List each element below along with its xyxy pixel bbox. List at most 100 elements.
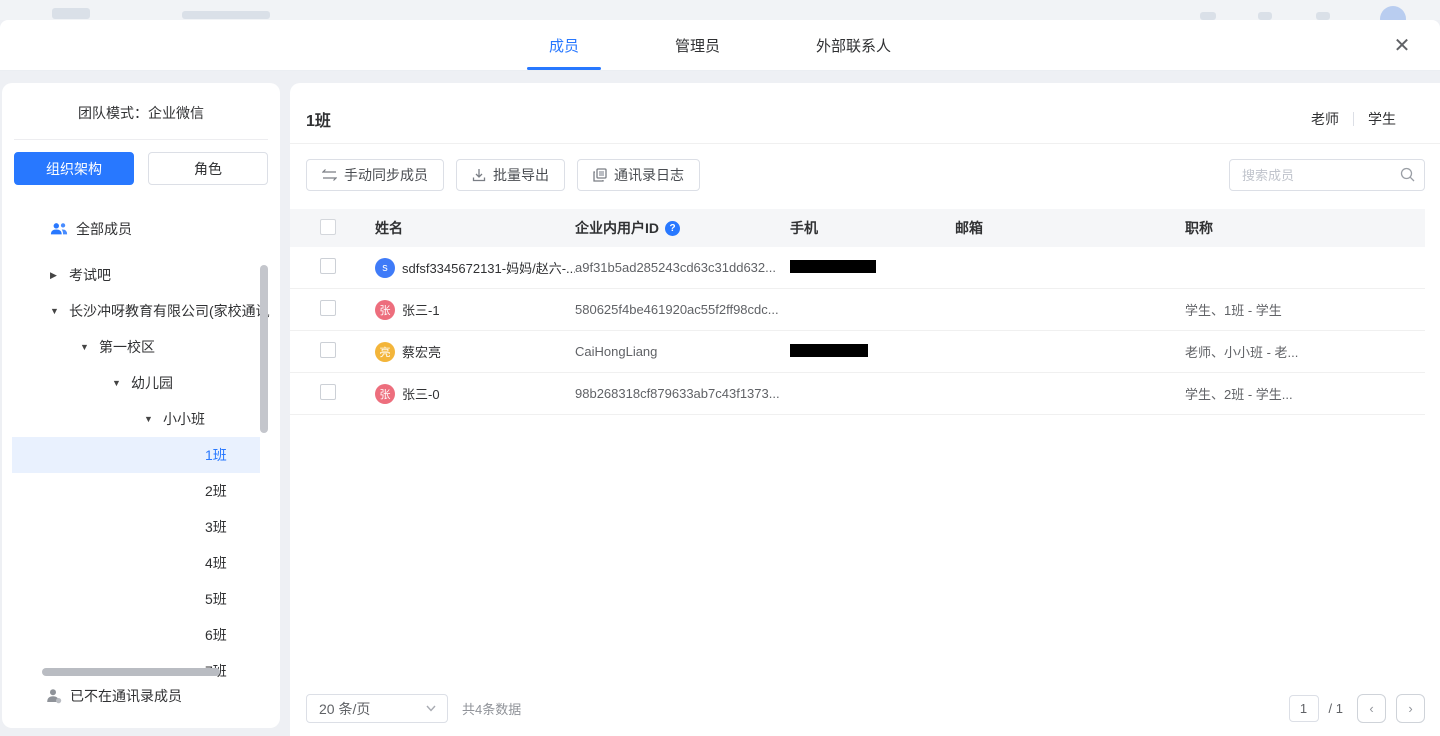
- col-header-user-id: 企业内用户ID: [575, 218, 659, 238]
- member-name: 张三-0: [402, 384, 440, 403]
- member-user-id: 580625f4be461920ac55f2ff98cdc...: [575, 302, 790, 317]
- tree-item-label: 小小班: [163, 409, 205, 429]
- avatar: 张: [375, 384, 395, 404]
- background-page: [0, 0, 1440, 20]
- tree-item-label: 考试吧: [69, 265, 111, 285]
- tree-item-kindergarten[interactable]: ▼ 幼儿园: [2, 365, 280, 401]
- tree-item-label: 长沙冲呀教育有限公司(家校通讯: [69, 301, 270, 321]
- tab-bar: 成员 管理员 外部联系人: [501, 20, 939, 70]
- table-row[interactable]: 亮 蔡宏亮 CaiHongLiang 老师、小小班 - 老...: [290, 331, 1425, 373]
- members-table: 姓名 企业内用户ID ? 手机 邮箱 职称 s sdfsf3345: [290, 209, 1425, 415]
- row-checkbox[interactable]: [320, 258, 336, 274]
- role-filters: 老师 学生: [1311, 109, 1396, 129]
- sync-arrows-icon: [322, 169, 337, 181]
- prev-page-button[interactable]: ‹: [1357, 694, 1386, 723]
- member-user-id: a9f31b5ad285243cd63c31dd632...: [575, 260, 790, 275]
- tree-item-all-members[interactable]: 全部成员: [2, 211, 280, 247]
- team-mode-label: 团队模式：企业微信: [2, 83, 280, 139]
- batch-export-button[interactable]: 批量导出: [456, 159, 565, 191]
- member-title: 学生、1班 - 学生: [1185, 300, 1425, 319]
- chevron-down-icon: [425, 702, 437, 714]
- tree-item-small-class[interactable]: ▼ 小小班: [2, 401, 280, 437]
- next-page-button[interactable]: ›: [1396, 694, 1425, 723]
- tab-members[interactable]: 成员: [527, 20, 601, 70]
- tab-external-contacts[interactable]: 外部联系人: [794, 20, 913, 70]
- spacer: [290, 415, 1440, 694]
- modal-body: 团队模式：企业微信 组织架构 角色 全部成员: [0, 71, 1440, 736]
- download-icon: [472, 168, 486, 182]
- vertical-scrollbar[interactable]: [260, 265, 268, 433]
- row-checkbox[interactable]: [320, 342, 336, 358]
- caret-down-icon[interactable]: ▼: [50, 306, 69, 316]
- tab-admins[interactable]: 管理员: [653, 20, 742, 70]
- search-icon[interactable]: [1400, 167, 1415, 182]
- tree-item-company[interactable]: ▼ 长沙冲呀教育有限公司(家校通讯: [2, 293, 280, 329]
- members-group-icon: [50, 221, 68, 237]
- total-count-label: 共4条数据: [462, 699, 521, 718]
- avatar: 亮: [375, 342, 395, 362]
- tree-item-class-6[interactable]: 6班: [12, 617, 260, 653]
- tree-item-class-2[interactable]: 2班: [12, 473, 260, 509]
- toolbar: 手动同步成员 批量导出: [290, 144, 1440, 205]
- sidebar-mode-switch: 组织架构 角色: [2, 140, 280, 197]
- sidebar-item-label: 已不在通讯录成员: [70, 686, 182, 706]
- tree-item-label: 全部成员: [76, 219, 132, 239]
- button-label: 手动同步成员: [344, 165, 428, 185]
- tree-item-class-1[interactable]: 1班: [12, 437, 260, 473]
- org-structure-button[interactable]: 组织架构: [14, 152, 134, 185]
- contacts-log-button[interactable]: 通讯录日志: [577, 159, 700, 191]
- current-page-input[interactable]: [1289, 695, 1319, 722]
- table-row[interactable]: 张 张三-0 98b268318cf879633ab7c43f1373... 学…: [290, 373, 1425, 415]
- tree-item-class-5[interactable]: 5班: [12, 581, 260, 617]
- manual-sync-button[interactable]: 手动同步成员: [306, 159, 444, 191]
- member-name: sdfsf3345672131-妈妈/赵六-...: [402, 258, 575, 277]
- filter-student[interactable]: 学生: [1368, 109, 1396, 129]
- sidebar-item-not-in-contacts[interactable]: 已不在通讯录成员: [46, 686, 182, 706]
- horizontal-scrollbar[interactable]: [42, 668, 220, 676]
- tree-item-class-3[interactable]: 3班: [12, 509, 260, 545]
- role-button[interactable]: 角色: [148, 152, 268, 185]
- tree-item-class-4[interactable]: 4班: [12, 545, 260, 581]
- screen: 成员 管理员 外部联系人 ✕ 团队模式：企业微信 组织架构 角色: [0, 0, 1440, 736]
- caret-down-icon[interactable]: ▼: [112, 378, 131, 388]
- page-size-value: 20 条/页: [319, 699, 370, 719]
- log-document-icon: [593, 168, 607, 182]
- backdrop-icon: [1258, 12, 1272, 20]
- help-icon[interactable]: ?: [665, 221, 680, 236]
- tree-item-campus[interactable]: ▼ 第一校区: [2, 329, 280, 365]
- backdrop-icon: [1316, 12, 1330, 20]
- tree-item-exam[interactable]: ▶ 考试吧: [2, 257, 280, 293]
- col-header-title: 职称: [1185, 218, 1425, 238]
- page-total-label: / 1: [1329, 701, 1343, 716]
- search-input[interactable]: [1229, 159, 1425, 191]
- backdrop-icon: [1200, 12, 1216, 20]
- close-button[interactable]: ✕: [1382, 20, 1422, 71]
- page-title: 1班: [306, 107, 331, 131]
- sidebar: 团队模式：企业微信 组织架构 角色 全部成员: [2, 83, 280, 728]
- member-title: 学生、2班 - 学生...: [1185, 384, 1425, 403]
- caret-right-icon[interactable]: ▶: [50, 270, 69, 281]
- col-header-name: 姓名: [375, 218, 575, 238]
- caret-down-icon[interactable]: ▼: [144, 414, 163, 424]
- main-panel: 1班 老师 学生 手动同步成员: [290, 83, 1440, 736]
- table-row[interactable]: s sdfsf3345672131-妈妈/赵六-... a9f31b5ad285…: [290, 247, 1425, 289]
- row-checkbox[interactable]: [320, 300, 336, 316]
- modal-header: 成员 管理员 外部联系人 ✕: [0, 20, 1440, 71]
- contacts-modal: 成员 管理员 外部联系人 ✕ 团队模式：企业微信 组织架构 角色: [0, 20, 1440, 736]
- filter-teacher[interactable]: 老师: [1311, 109, 1339, 129]
- table-row[interactable]: 张 张三-1 580625f4be461920ac55f2ff98cdc... …: [290, 289, 1425, 331]
- col-header-email: 邮箱: [955, 218, 1185, 238]
- divider: [1353, 112, 1354, 126]
- avatar: 张: [375, 300, 395, 320]
- row-checkbox[interactable]: [320, 384, 336, 400]
- redacted-phone: [790, 260, 876, 273]
- page-size-select[interactable]: 20 条/页: [306, 694, 448, 723]
- removed-member-icon: [46, 688, 62, 704]
- org-tree: 全部成员 ▶ 考试吧 ▼ 长沙冲呀教育有限公司(家校通讯 ▼ 第一校区: [2, 211, 280, 689]
- tree-item-label: 第一校区: [99, 337, 155, 357]
- backdrop-nav-text: [182, 11, 270, 19]
- select-all-checkbox[interactable]: [320, 219, 336, 235]
- col-header-phone: 手机: [790, 218, 955, 238]
- member-user-id: 98b268318cf879633ab7c43f1373...: [575, 386, 790, 401]
- caret-down-icon[interactable]: ▼: [80, 342, 99, 352]
